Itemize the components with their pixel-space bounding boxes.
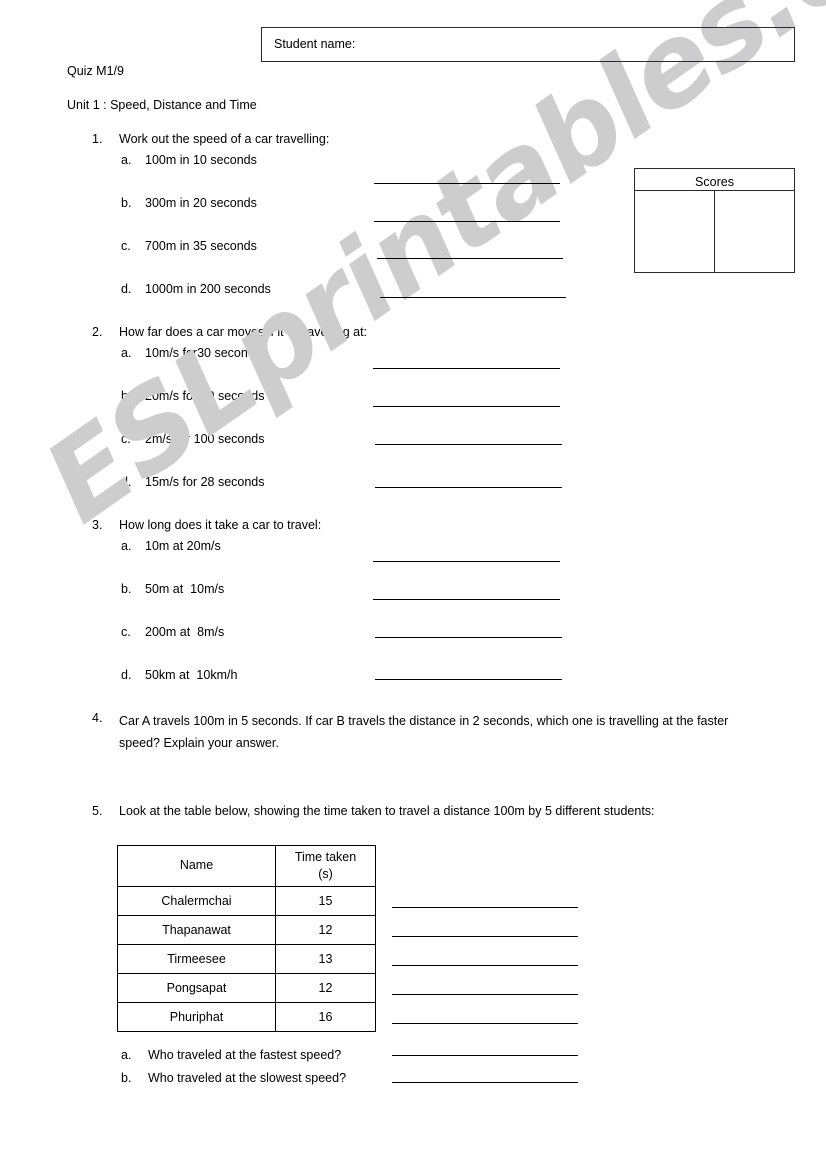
students-time-table: Name Time taken (s) Chalermchai 15 Thapa…: [117, 845, 376, 1032]
question-2-item-c-answer-line[interactable]: [375, 444, 562, 445]
table-header-time: Time taken (s): [275, 845, 376, 887]
question-2-item-b-answer-line[interactable]: [373, 406, 560, 407]
table-header-time-line2: (s): [318, 867, 333, 881]
table-answer-line-4[interactable]: [392, 994, 578, 995]
table-cell-time: 13: [275, 944, 376, 974]
question-2-item-d-letter: d.: [121, 475, 132, 489]
question-1-item-a-text: 100m in 10 seconds: [145, 153, 257, 167]
table-cell-name: Pongsapat: [117, 973, 276, 1003]
table-row: Tirmeesee 13: [117, 944, 376, 974]
question-1-item-a-letter: a.: [121, 153, 132, 167]
scores-title: Scores: [695, 175, 734, 189]
question-3-prompt: How long does it take a car to travel:: [119, 518, 322, 532]
question-1-item-c-letter: c.: [121, 239, 131, 253]
watermark-text: ESLprintables.com: [22, 0, 826, 549]
question-3-item-b-text: 50m at 10m/s: [145, 582, 225, 596]
question-3-item-d-letter: d.: [121, 668, 132, 682]
question-3-item-c-letter: c.: [121, 625, 131, 639]
scores-header: Scores: [635, 169, 794, 191]
question-1-item-b-letter: b.: [121, 196, 132, 210]
question-1-item-d-text: 1000m in 200 seconds: [145, 282, 271, 296]
table-cell-time: 12: [275, 915, 376, 945]
table-row: Thapanawat 12: [117, 915, 376, 945]
student-name-box[interactable]: Student name:: [261, 27, 795, 62]
table-answer-line-2[interactable]: [392, 936, 578, 937]
question-1-number: 1.: [92, 132, 103, 146]
question-5-item-a-letter: a.: [121, 1048, 132, 1062]
question-1-item-d-letter: d.: [121, 282, 132, 296]
table-row: Pongsapat 12: [117, 973, 376, 1003]
question-5-prompt: Look at the table below, showing the tim…: [119, 804, 655, 818]
question-1-item-a-answer-line[interactable]: [374, 183, 560, 184]
question-3-item-c-text: 200m at 8m/s: [145, 625, 225, 639]
question-3-item-a-letter: a.: [121, 539, 132, 553]
quiz-code: Quiz M1/9: [67, 64, 124, 78]
table-header-name: Name: [117, 845, 276, 887]
scores-body: [635, 191, 794, 272]
table-cell-time: 16: [275, 1002, 376, 1032]
question-2-item-b-text: 20m/s for 20 seconds: [145, 389, 265, 403]
question-5-item-b-text: Who traveled at the slowest speed?: [148, 1071, 347, 1085]
unit-title: Unit 1 : Speed, Distance and Time: [67, 98, 257, 112]
table-header-row: Name Time taken (s): [117, 845, 376, 887]
table-answer-line-1[interactable]: [392, 907, 578, 908]
table-answer-line-5[interactable]: [392, 1023, 578, 1024]
question-3-item-b-letter: b.: [121, 582, 132, 596]
table-header-name-line1: Name: [179, 858, 214, 873]
table-row: Chalermchai 15: [117, 886, 376, 916]
question-3-item-c-answer-line[interactable]: [375, 637, 562, 638]
question-2-item-d-text: 15m/s for 28 seconds: [145, 475, 265, 489]
question-1-item-b-text: 300m in 20 seconds: [145, 196, 257, 210]
question-2-prompt: How far does a car moves if it is travel…: [119, 325, 368, 339]
scores-cell-left[interactable]: [635, 191, 715, 272]
scores-box: Scores: [634, 168, 795, 273]
question-2-item-c-letter: c.: [121, 432, 131, 446]
question-5-number: 5.: [92, 804, 103, 818]
question-3-item-b-answer-line[interactable]: [373, 599, 560, 600]
question-5-item-b-answer-line[interactable]: [392, 1082, 578, 1083]
table-cell-name: Phuriphat: [117, 1002, 276, 1032]
table-cell-time: 12: [275, 973, 376, 1003]
table-cell-time: 15: [275, 886, 376, 916]
question-4-prompt: Car A travels 100m in 5 seconds. If car …: [119, 714, 729, 750]
table-cell-name: Thapanawat: [117, 915, 276, 945]
question-5-item-a-text: Who traveled at the fastest speed?: [148, 1048, 342, 1062]
question-3-number: 3.: [92, 518, 103, 532]
question-1-prompt: Work out the speed of a car travelling:: [119, 132, 330, 146]
question-2-item-c-text: 2m/s for 100 seconds: [145, 432, 265, 446]
question-3-item-d-answer-line[interactable]: [375, 679, 562, 680]
scores-cell-right[interactable]: [715, 191, 795, 272]
worksheet-page: ESLprintables.com Student name: Quiz M1/…: [0, 0, 826, 1169]
question-2-item-b-letter: b.: [121, 389, 132, 403]
table-row: Phuriphat 16: [117, 1002, 376, 1032]
question-1-item-c-answer-line[interactable]: [377, 258, 563, 259]
question-1-item-d-answer-line[interactable]: [380, 297, 566, 298]
question-3-item-a-answer-line[interactable]: [373, 561, 560, 562]
question-4-number: 4.: [92, 711, 103, 725]
question-2-number: 2.: [92, 325, 103, 339]
question-2-item-a-text: 10m/s for30 seconds: [145, 346, 262, 360]
student-name-label: Student name:: [274, 37, 356, 51]
question-2-item-a-answer-line[interactable]: [373, 368, 560, 369]
question-5-item-b-letter: b.: [121, 1071, 132, 1085]
question-1-item-c-text: 700m in 35 seconds: [145, 239, 257, 253]
question-2-item-d-answer-line[interactable]: [375, 487, 562, 488]
question-5-item-a-answer-line[interactable]: [392, 1055, 578, 1056]
question-3-item-d-text: 50km at 10km/h: [145, 668, 238, 682]
table-cell-name: Chalermchai: [117, 886, 276, 916]
table-cell-name: Tirmeesee: [117, 944, 276, 974]
question-3-item-a-text: 10m at 20m/s: [145, 539, 221, 553]
question-1-item-b-answer-line[interactable]: [374, 221, 560, 222]
table-header-time-line1: Time taken: [294, 849, 357, 864]
table-answer-line-3[interactable]: [392, 965, 578, 966]
question-2-item-a-letter: a.: [121, 346, 132, 360]
